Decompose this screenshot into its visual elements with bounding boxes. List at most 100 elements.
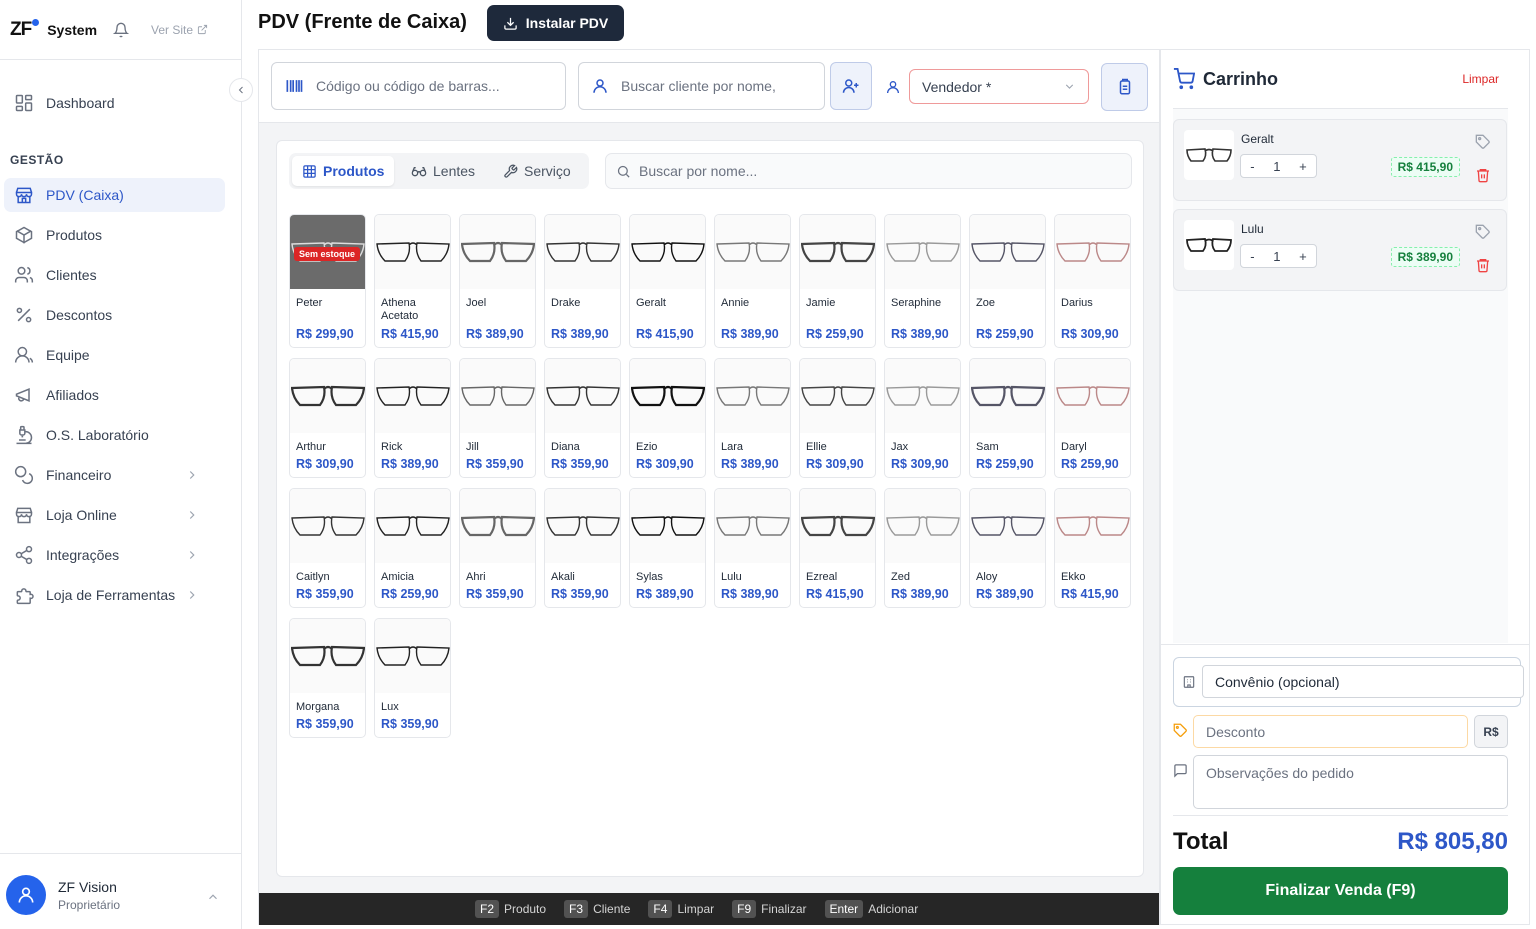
- product-image: [715, 359, 790, 433]
- product-card[interactable]: Sam R$ 259,90: [969, 358, 1046, 478]
- sidebar-item-produtos[interactable]: Produtos: [4, 218, 225, 252]
- product-price: R$ 389,90: [636, 587, 694, 601]
- sidebar-item-label: Equipe: [46, 347, 90, 363]
- product-image: [970, 215, 1045, 289]
- sidebar-item-dashboard[interactable]: Dashboard: [4, 86, 225, 120]
- product-card[interactable]: Drake R$ 389,90: [544, 214, 621, 348]
- product-card[interactable]: Rick R$ 389,90: [374, 358, 451, 478]
- product-card[interactable]: Athena Acetato R$ 415,90: [374, 214, 451, 348]
- wrench-icon: [504, 164, 518, 178]
- quantity-stepper[interactable]: - 1 +: [1240, 154, 1317, 178]
- user-menu[interactable]: ZF Vision Proprietário: [0, 853, 241, 929]
- collapse-sidebar-button[interactable]: [229, 78, 253, 102]
- sidebar-item-loja-ferramentas[interactable]: Loja de Ferramentas: [4, 578, 225, 612]
- product-card[interactable]: Jax R$ 309,90: [884, 358, 961, 478]
- add-client-button[interactable]: [830, 62, 872, 110]
- brand-logo[interactable]: ZF: [10, 18, 40, 41]
- increment-button[interactable]: +: [1299, 159, 1307, 174]
- product-card[interactable]: Sem estoque Peter R$ 299,90: [289, 214, 366, 348]
- sidebar-item-descontos[interactable]: Descontos: [4, 298, 225, 332]
- shortcut-f2: F2 Produto: [475, 900, 546, 918]
- product-card[interactable]: Lulu R$ 389,90: [714, 488, 791, 608]
- tag-icon[interactable]: [1475, 134, 1491, 150]
- product-card[interactable]: Jill R$ 359,90: [459, 358, 536, 478]
- page-title: PDV (Frente de Caixa): [258, 11, 467, 33]
- product-price: R$ 389,90: [721, 587, 779, 601]
- convenio-group: Convênio (opcional): [1173, 657, 1524, 707]
- cart-item-name: Geralt: [1241, 132, 1274, 146]
- tag-icon[interactable]: [1475, 224, 1491, 240]
- product-price: R$ 389,90: [721, 457, 779, 471]
- product-card[interactable]: Seraphine R$ 389,90: [884, 214, 961, 348]
- product-card[interactable]: Darius R$ 309,90: [1054, 214, 1131, 348]
- product-card[interactable]: Zed R$ 389,90: [884, 488, 961, 608]
- product-card[interactable]: Jamie R$ 259,90: [799, 214, 876, 348]
- barcode-input[interactable]: Código ou código de barras...: [271, 62, 566, 110]
- bell-icon[interactable]: [113, 22, 130, 38]
- product-card[interactable]: Sylas R$ 389,90: [629, 488, 706, 608]
- glasses-thumbnail: [1184, 130, 1234, 180]
- message-icon: [1174, 764, 1187, 778]
- product-image: [545, 359, 620, 433]
- ver-site-link[interactable]: Ver Site: [151, 23, 208, 37]
- sidebar-header: ZF System Ver Site: [0, 0, 241, 60]
- sidebar-item-loja-online[interactable]: Loja Online: [4, 498, 225, 532]
- product-card[interactable]: Annie R$ 389,90: [714, 214, 791, 348]
- sidebar-item-afiliados[interactable]: Afiliados: [4, 378, 225, 412]
- product-image: [885, 489, 960, 563]
- clear-cart-button[interactable]: Limpar: [1462, 72, 1499, 86]
- sidebar-item-equipe[interactable]: Equipe: [4, 338, 225, 372]
- tab-produtos[interactable]: Produtos: [292, 156, 395, 186]
- product-card[interactable]: Ekko R$ 415,90: [1054, 488, 1131, 608]
- decrement-button[interactable]: -: [1250, 249, 1254, 264]
- product-card[interactable]: Lux R$ 359,90: [374, 618, 451, 738]
- sidebar-item-financeiro[interactable]: Financeiro: [4, 458, 225, 492]
- sidebar-item-os-laboratorio[interactable]: O.S. Laboratório: [4, 418, 225, 452]
- product-card[interactable]: Ellie R$ 309,90: [799, 358, 876, 478]
- sidebar-item-pdv[interactable]: PDV (Caixa): [4, 178, 225, 212]
- percent-icon: [16, 307, 32, 323]
- product-image: [375, 489, 450, 563]
- sidebar-item-integracoes[interactable]: Integrações: [4, 538, 225, 572]
- vendor-select[interactable]: Vendedor *: [909, 69, 1089, 104]
- increment-button[interactable]: +: [1299, 249, 1307, 264]
- product-price: R$ 259,90: [381, 587, 439, 601]
- product-card[interactable]: Joel R$ 389,90: [459, 214, 536, 348]
- convenio-select[interactable]: Convênio (opcional): [1202, 665, 1524, 698]
- product-price: R$ 389,90: [381, 457, 439, 471]
- product-price: R$ 309,90: [1061, 327, 1119, 341]
- product-card[interactable]: Geralt R$ 415,90: [629, 214, 706, 348]
- product-card[interactable]: Morgana R$ 359,90: [289, 618, 366, 738]
- product-card[interactable]: Aloy R$ 389,90: [969, 488, 1046, 608]
- product-card[interactable]: Zoe R$ 259,90: [969, 214, 1046, 348]
- tab-servico[interactable]: Serviço: [493, 156, 581, 186]
- trash-icon[interactable]: [1475, 257, 1491, 273]
- product-card[interactable]: Ezio R$ 309,90: [629, 358, 706, 478]
- product-image: [375, 359, 450, 433]
- finish-sale-button[interactable]: Finalizar Venda (F9): [1173, 867, 1508, 915]
- quantity-stepper[interactable]: - 1 +: [1240, 244, 1317, 268]
- product-card[interactable]: Diana R$ 359,90: [544, 358, 621, 478]
- sidebar-item-clientes[interactable]: Clientes: [4, 258, 225, 292]
- product-card[interactable]: Arthur R$ 309,90: [289, 358, 366, 478]
- decrement-button[interactable]: -: [1250, 159, 1254, 174]
- product-card[interactable]: Ezreal R$ 415,90: [799, 488, 876, 608]
- client-search-input[interactable]: Buscar cliente por nome,: [578, 62, 825, 110]
- discount-input[interactable]: Desconto: [1193, 715, 1468, 748]
- tab-lentes[interactable]: Lentes: [401, 156, 485, 186]
- glasses-icon: [411, 167, 427, 177]
- product-card[interactable]: Daryl R$ 259,90: [1054, 358, 1131, 478]
- product-card[interactable]: Lara R$ 389,90: [714, 358, 791, 478]
- trash-icon[interactable]: [1475, 167, 1491, 183]
- product-card[interactable]: Amicia R$ 259,90: [374, 488, 451, 608]
- product-card[interactable]: Caitlyn R$ 359,90: [289, 488, 366, 608]
- product-image: [1055, 489, 1130, 563]
- install-pdv-button[interactable]: Instalar PDV: [487, 5, 624, 41]
- discount-unit-toggle[interactable]: R$: [1474, 715, 1508, 748]
- product-card[interactable]: Ahri R$ 359,90: [459, 488, 536, 608]
- order-notes-input[interactable]: Observações do pedido: [1193, 755, 1508, 809]
- product-card[interactable]: Akali R$ 359,90: [544, 488, 621, 608]
- shortcut-f4: F4 Limpar: [648, 900, 714, 918]
- product-search-input[interactable]: Buscar por nome...: [605, 153, 1132, 189]
- orders-button[interactable]: [1101, 63, 1148, 111]
